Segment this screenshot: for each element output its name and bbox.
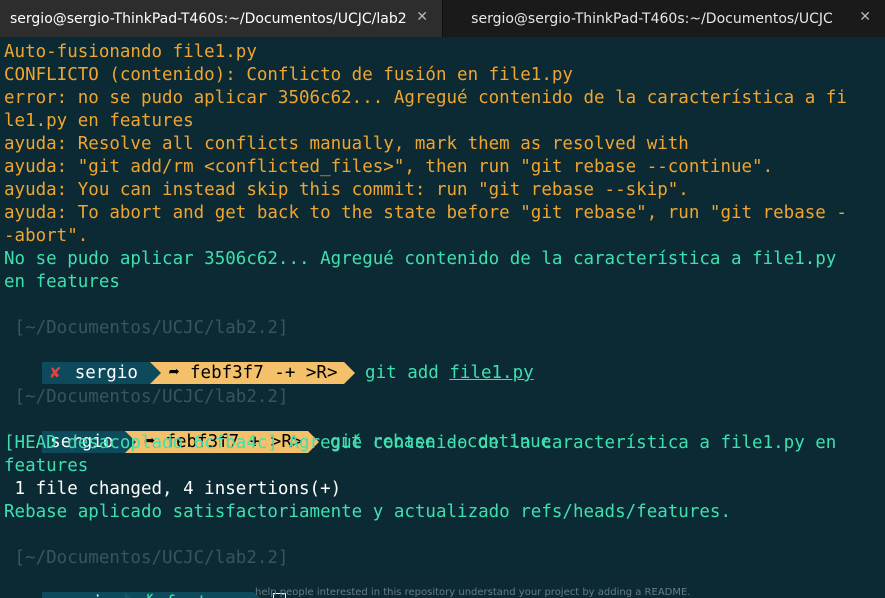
tab-title: sergio@sergio-ThinkPad-T460s:~/Documento… (10, 10, 408, 27)
separator-arrow-icon (125, 592, 137, 598)
prompt-user: sergio (42, 592, 126, 598)
tab-ucjc[interactable]: sergio@sergio-ThinkPad-T460s:~/Documento… (442, 0, 885, 37)
prompt-path: [~/Documentos/UCJC/lab2.2] (4, 318, 289, 338)
prompt-line: ✘ sergio ➦ febf3f7 -+ >R> git add file1.py (0, 340, 534, 384)
output-line: CONFLICTO (contenido): Conflicto de fusi… (4, 65, 573, 85)
output-line: [HEAD desacoplado 6cfba4c] Agregué conte… (4, 433, 837, 453)
tab-bar: sergio@sergio-ThinkPad-T460s:~/Documento… (0, 0, 885, 37)
terminal-area[interactable]: Auto-fusionando file1.py CONFLICTO (cont… (0, 37, 885, 598)
output-line: ayuda: "git add/rm <conflicted_files>", … (4, 157, 774, 177)
prompt-line: sergio ᚴ features (0, 570, 286, 598)
output-line: ayuda: You can instead skip this commit:… (4, 180, 689, 200)
git-status: ➦ febf3f7 -+ >R> (160, 362, 344, 384)
output-line: features (4, 456, 89, 476)
close-icon[interactable]: ✕ (859, 9, 871, 25)
output-line: Rebase aplicado satisfactoriamente y act… (4, 502, 731, 522)
tab-title: sergio@sergio-ThinkPad-T460s:~/Documento… (471, 10, 833, 27)
output-line: error: no se pudo aplicar 3506c62... Agr… (4, 88, 847, 108)
branch-segment: ᚴ features (136, 592, 254, 598)
error-mark-icon: ✘ (42, 362, 69, 384)
prompt-path: [~/Documentos/UCJC/lab2.2] (4, 548, 289, 568)
tab-lab2-2[interactable]: sergio@sergio-ThinkPad-T460s:~/Documento… (0, 0, 442, 37)
output-line: en features (4, 272, 120, 292)
output-line: le1.py en features (4, 111, 194, 131)
prompt-path: [~/Documentos/UCJC/lab2.2] (4, 387, 289, 407)
background-bleed-text: help people interested in this repositor… (255, 587, 691, 598)
prompt-line: sergio ➦ febf3f7 + >R> git rebase --conti… (0, 409, 551, 453)
output-line: ayuda: Resolve all conflicts manually, m… (4, 134, 689, 154)
separator-arrow-icon (343, 362, 355, 384)
output-line: Auto-fusionando file1.py (4, 42, 257, 62)
output-line: ayuda: To abort and get back to the stat… (4, 203, 847, 223)
separator-arrow-icon (149, 362, 161, 384)
prompt-user: sergio (68, 362, 150, 384)
command-text: git add file1.py (365, 363, 534, 383)
output-line: 1 file changed, 4 insertions(+) (4, 479, 342, 499)
git-branch-icon: ᚴ (144, 593, 155, 598)
branch-name: features (165, 593, 249, 598)
file-link[interactable]: file1.py (449, 363, 533, 383)
output-line: No se pudo aplicar 3506c62... Agregué co… (4, 249, 837, 269)
output-line: -abort". (4, 226, 89, 246)
close-icon[interactable]: ✕ (416, 9, 428, 25)
